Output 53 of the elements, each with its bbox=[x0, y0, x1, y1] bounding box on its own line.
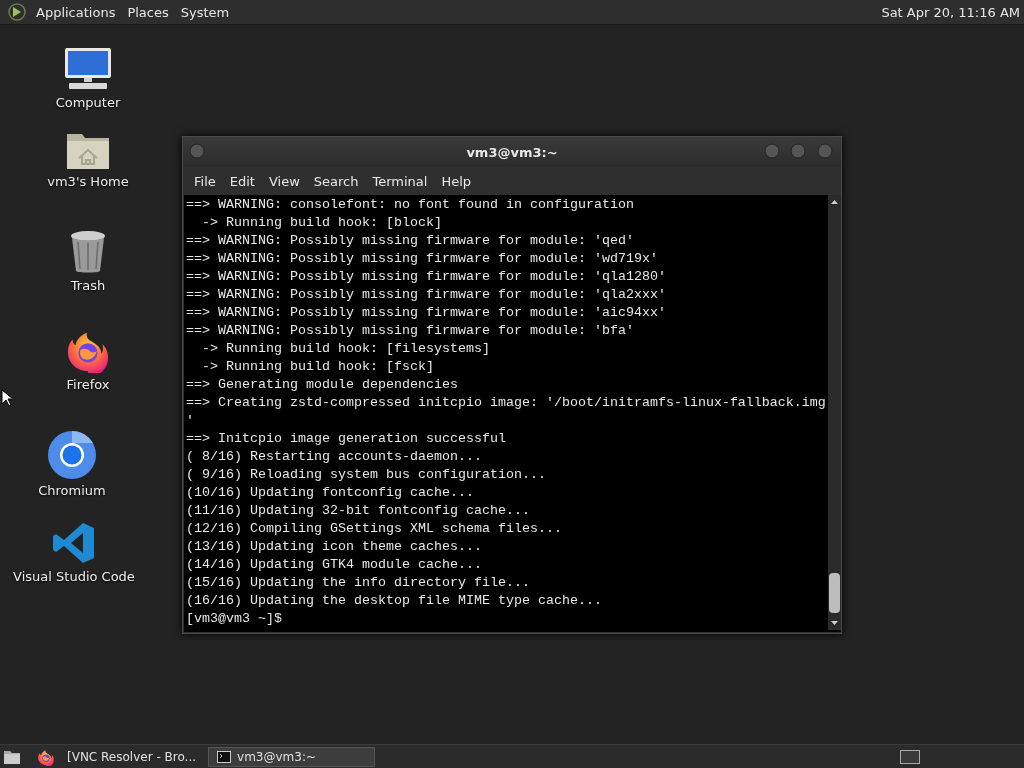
clock[interactable]: Sat Apr 20, 11:16 AM bbox=[881, 4, 1024, 20]
taskbar-button[interactable]: [VNC Resolver - Bro... bbox=[59, 747, 205, 767]
file-manager-icon[interactable] bbox=[3, 749, 21, 765]
desktop-icon-label[interactable]: Trash bbox=[70, 278, 106, 293]
terminal-icon bbox=[217, 751, 232, 763]
terminal-line: ' bbox=[186, 412, 194, 430]
terminal-line: -> Running build hook: [fsck] bbox=[201, 358, 434, 376]
panel-logo-icon[interactable] bbox=[8, 3, 26, 21]
menu-item[interactable]: Search bbox=[306, 173, 366, 189]
desktop-icon-label[interactable]: Chromium bbox=[38, 483, 106, 498]
desktop-icon-label[interactable]: Firefox bbox=[66, 377, 110, 392]
desktop-icon-label[interactable]: Visual Studio Code bbox=[13, 569, 135, 584]
trash-icon[interactable] bbox=[69, 230, 107, 274]
menu-item[interactable]: Terminal bbox=[365, 173, 435, 189]
panel-menu[interactable]: System bbox=[174, 4, 236, 20]
panel-menu[interactable]: Places bbox=[121, 4, 175, 20]
menu-item[interactable]: Edit bbox=[222, 173, 262, 189]
terminal-line: ==> Generating module dependencies bbox=[186, 376, 458, 394]
terminal-line: ==> Initcpio image generation successful bbox=[186, 430, 506, 448]
terminal-line: ==> Creating zstd-compressed initcpio image: '/boot/initramfs-linux-fallback.img bbox=[186, 394, 826, 412]
taskbar-button[interactable]: vm3@vm3:~ bbox=[208, 747, 376, 767]
terminal-line: (12/16) Compiling GSettings XML schema files... bbox=[186, 520, 562, 538]
terminal-line: ==> WARNING: consolefont: no font found in configuration bbox=[186, 196, 634, 214]
mouse-pointer-icon bbox=[1, 389, 12, 407]
computer-icon[interactable] bbox=[63, 47, 113, 91]
menu-item[interactable]: Help bbox=[434, 173, 479, 189]
terminal-line: (16/16) Updating the desktop file MIME type cache... bbox=[186, 592, 602, 610]
terminal-line: (14/16) Updating GTK4 module cache... bbox=[186, 556, 482, 574]
desktop-icon-label[interactable]: vm3's Home bbox=[47, 174, 129, 189]
terminal-line: ==> WARNING: Possibly missing firmware for module: 'qla1280' bbox=[186, 268, 666, 286]
terminal-line: -> Running build hook: [filesystems] bbox=[201, 340, 490, 358]
terminal-line: ( 9/16) Reloading system bus configuration... bbox=[186, 466, 546, 484]
terminal-line: ==> WARNING: Possibly missing firmware for module: 'qla2xxx' bbox=[186, 286, 666, 304]
terminal-line: -> Running build hook: [block] bbox=[201, 214, 442, 232]
firefox-launcher-icon[interactable] bbox=[37, 748, 55, 766]
terminal-line: [vm3@vm3 ~]$ bbox=[186, 610, 282, 628]
panel-menu[interactable]: Applications bbox=[30, 4, 122, 20]
code-editor-icon[interactable] bbox=[52, 521, 96, 565]
show-desktop-button[interactable] bbox=[900, 750, 920, 764]
menu-item[interactable]: View bbox=[261, 173, 307, 189]
terminal-line: (13/16) Updating icon theme caches... bbox=[186, 538, 482, 556]
terminal-line: (11/16) Updating 32-bit fontconfig cache... bbox=[186, 502, 530, 520]
desktop-icon-label[interactable]: Computer bbox=[55, 95, 121, 110]
terminal-line: ( 8/16) Restarting accounts-daemon... bbox=[186, 448, 482, 466]
terminal-line: ==> WARNING: Possibly missing firmware for module: 'wd719x' bbox=[186, 250, 658, 268]
menu-item[interactable]: File bbox=[187, 173, 223, 189]
terminal-line: ==> WARNING: Possibly missing firmware for module: 'qed' bbox=[186, 232, 634, 250]
chromium-icon[interactable] bbox=[48, 431, 96, 479]
terminal-line: ==> WARNING: Possibly missing firmware for module: 'aic94xx' bbox=[186, 304, 666, 322]
terminal-line: (15/16) Updating the info directory file... bbox=[186, 574, 530, 592]
terminal-line: (10/16) Updating fontconfig cache... bbox=[186, 484, 474, 502]
window-title: vm3@vm3:~ bbox=[466, 144, 558, 160]
terminal-line: ==> WARNING: Possibly missing firmware for module: 'bfa' bbox=[186, 322, 634, 340]
